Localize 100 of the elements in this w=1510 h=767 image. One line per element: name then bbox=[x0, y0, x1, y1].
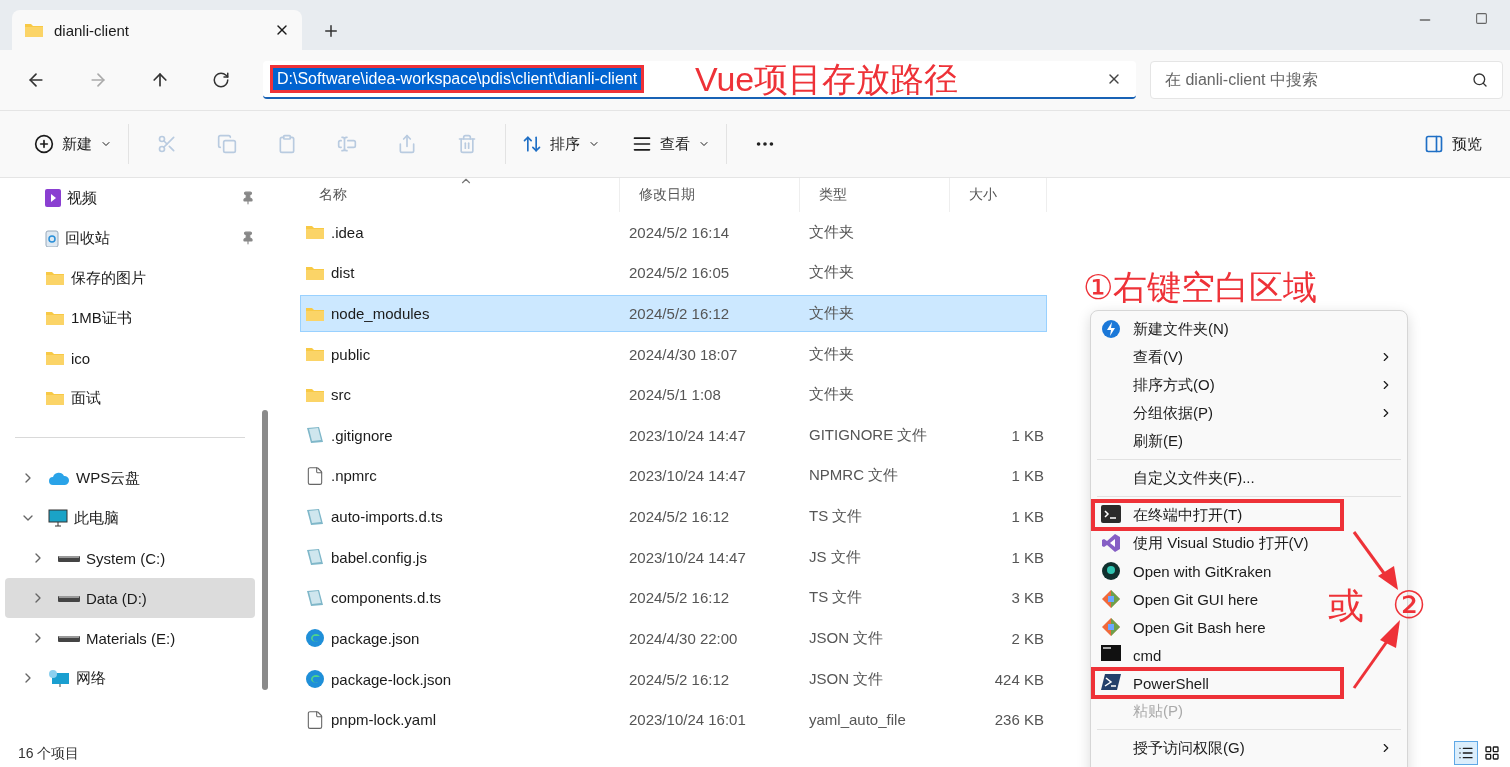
sidebar-item[interactable]: ico bbox=[5, 338, 255, 378]
sidebar-item[interactable]: WPS云盘 bbox=[5, 458, 255, 498]
sort-icon bbox=[522, 134, 542, 154]
menu-item[interactable]: PowerShell bbox=[1091, 667, 1344, 699]
folder-icon bbox=[305, 264, 325, 281]
file-name: public bbox=[331, 345, 371, 363]
file-type: 文件夹 bbox=[808, 385, 855, 405]
menu-item[interactable]: Open with GitKraken bbox=[1091, 557, 1286, 585]
file-name: auto-imports.d.ts bbox=[331, 508, 443, 526]
menu-item[interactable]: 在终端中打开(T) bbox=[1091, 499, 1344, 531]
modified-date: 2024/4/30 22:00 bbox=[628, 629, 739, 647]
file-row[interactable]: .npmrc 2023/10/24 14:47 NPMRC 文件 1 KB bbox=[300, 457, 1047, 495]
drive-icon bbox=[58, 553, 80, 563]
diamond-icon bbox=[1101, 617, 1121, 637]
file-row[interactable]: node_modules 2024/5/2 16:12 文件夹 bbox=[300, 295, 1047, 332]
menu-item[interactable]: 查看(V) bbox=[1091, 343, 1407, 371]
file-size: 3 KB bbox=[1010, 589, 1045, 607]
bolt-icon bbox=[1101, 319, 1121, 339]
file-type: NPMRC 文件 bbox=[808, 466, 900, 486]
details-view-button[interactable] bbox=[1454, 741, 1478, 765]
file-type: JS 文件 bbox=[808, 547, 862, 567]
network-icon bbox=[48, 669, 70, 687]
menu-item[interactable]: 排序方式(O) bbox=[1091, 371, 1407, 399]
file-icon bbox=[305, 709, 325, 730]
sidebar-item[interactable]: 1MB证书 bbox=[5, 298, 255, 338]
sidebar-item[interactable]: 回收站 bbox=[5, 218, 255, 258]
sidebar-item[interactable]: Materials (E:) bbox=[5, 618, 255, 658]
script-file-icon bbox=[305, 425, 325, 446]
modified-date: 2024/5/2 16:05 bbox=[628, 264, 731, 282]
search-field[interactable]: 在 dianli-client 中搜索 bbox=[1150, 61, 1503, 99]
file-row[interactable]: auto-imports.d.ts 2024/5/2 16:12 TS 文件 1 KB bbox=[300, 498, 1047, 535]
script-file-icon bbox=[305, 587, 325, 608]
pin-icon[interactable] bbox=[241, 231, 255, 245]
menu-item[interactable]: Open Git GUI here bbox=[1091, 585, 1273, 613]
sidebar-item[interactable]: 此电脑 bbox=[5, 498, 255, 538]
maximize-icon[interactable] bbox=[1475, 12, 1488, 25]
sidebar-item[interactable]: 保存的图片 bbox=[5, 258, 255, 298]
panel-icon bbox=[1424, 134, 1444, 154]
diamond-icon bbox=[1101, 589, 1121, 609]
folder-icon bbox=[45, 350, 65, 366]
file-row[interactable]: package-lock.json 2024/5/2 16:12 JSON 文件 424 KB bbox=[300, 660, 1047, 698]
column-header[interactable]: 修改日期 bbox=[620, 178, 800, 212]
file-row[interactable]: babel.config.js 2023/10/24 14:47 JS 文件 1 KB bbox=[300, 538, 1047, 576]
sidebar-item[interactable]: 网络 bbox=[5, 658, 255, 698]
menu-item[interactable]: 使用 Visual Studio 打开(V) bbox=[1091, 529, 1323, 557]
file-row[interactable]: components.d.ts 2024/5/2 16:12 TS 文件 3 KB bbox=[300, 579, 1047, 617]
sidebar-item[interactable]: Data (D:) bbox=[5, 578, 255, 618]
modified-date: 2023/10/24 14:47 bbox=[628, 548, 747, 566]
new-tab-icon[interactable] bbox=[322, 22, 340, 40]
file-name: .gitignore bbox=[331, 426, 393, 444]
refresh-icon[interactable] bbox=[212, 71, 230, 89]
file-type: 文件夹 bbox=[808, 304, 855, 323]
modified-date: 2024/4/30 18:07 bbox=[628, 345, 739, 363]
menu-item[interactable]: Open Git Bash here bbox=[1091, 613, 1280, 641]
folder-icon bbox=[24, 22, 44, 38]
modified-date: 2024/5/2 16:12 bbox=[628, 305, 731, 322]
folder-icon bbox=[305, 305, 325, 322]
folder-icon bbox=[305, 346, 325, 363]
tab[interactable]: dianli-client bbox=[12, 10, 302, 50]
file-size: 236 KB bbox=[993, 711, 1045, 729]
new-button[interactable]: 新建 bbox=[26, 126, 120, 162]
modified-date: 2024/5/2 16:12 bbox=[628, 589, 731, 607]
file-size: 1 KB bbox=[1010, 548, 1045, 566]
file-row[interactable]: package.json 2024/4/30 22:00 JSON 文件 2 KB bbox=[300, 620, 1047, 657]
file-row[interactable]: dist 2024/5/2 16:05 文件夹 bbox=[300, 254, 1047, 292]
file-name: components.d.ts bbox=[331, 589, 442, 607]
file-row[interactable]: .idea 2024/5/2 16:14 文件夹 bbox=[300, 214, 1047, 251]
menu-item[interactable]: 分组依据(P) bbox=[1091, 399, 1407, 427]
file-name: .idea bbox=[331, 223, 364, 241]
menu-item[interactable]: 新建文件夹(N) bbox=[1091, 315, 1243, 343]
preview-button[interactable]: 预览 bbox=[1416, 126, 1490, 162]
menu-item[interactable]: 授予访问权限(G) bbox=[1091, 734, 1407, 762]
folder-icon bbox=[45, 390, 65, 406]
column-header[interactable]: 类型 bbox=[800, 178, 950, 212]
powershell-icon bbox=[1101, 673, 1121, 691]
file-name: src bbox=[331, 386, 351, 404]
folder-icon bbox=[45, 270, 65, 286]
column-header[interactable]: 名称 bbox=[300, 178, 620, 212]
drive-icon bbox=[58, 633, 80, 643]
pin-icon[interactable] bbox=[241, 191, 255, 205]
file-row[interactable]: .gitignore 2023/10/24 14:47 GITIGNORE 文件 1 KB bbox=[300, 417, 1047, 454]
item-count: 16 个项目 bbox=[18, 744, 80, 763]
file-size: 1 KB bbox=[1010, 467, 1045, 485]
sidebar-item[interactable]: 面试 bbox=[5, 378, 255, 418]
sidebar-item[interactable]: System (C:) bbox=[5, 538, 255, 578]
sort-button[interactable]: 排序 bbox=[514, 126, 608, 162]
menu-item[interactable]: 刷新(E) bbox=[1091, 427, 1197, 455]
monitor-icon bbox=[48, 509, 68, 527]
view-button[interactable]: 查看 bbox=[624, 126, 718, 162]
file-size: 2 KB bbox=[1010, 629, 1045, 647]
file-type: 文件夹 bbox=[808, 263, 855, 283]
script-file-icon bbox=[305, 506, 325, 527]
column-header[interactable]: 大小 bbox=[950, 178, 1047, 212]
file-row[interactable]: pnpm-lock.yaml 2023/10/24 16:01 yaml_auto_file 236 KB bbox=[300, 701, 1047, 738]
file-name: package.json bbox=[331, 629, 420, 647]
sidebar-item[interactable]: 视频 bbox=[5, 178, 255, 218]
file-row[interactable]: public 2024/4/30 18:07 文件夹 bbox=[300, 335, 1047, 373]
menu-item[interactable]: cmd bbox=[1091, 641, 1176, 669]
file-row[interactable]: src 2024/5/1 1:08 文件夹 bbox=[300, 376, 1047, 414]
menu-item[interactable]: 自定义文件夹(F)... bbox=[1091, 464, 1269, 492]
